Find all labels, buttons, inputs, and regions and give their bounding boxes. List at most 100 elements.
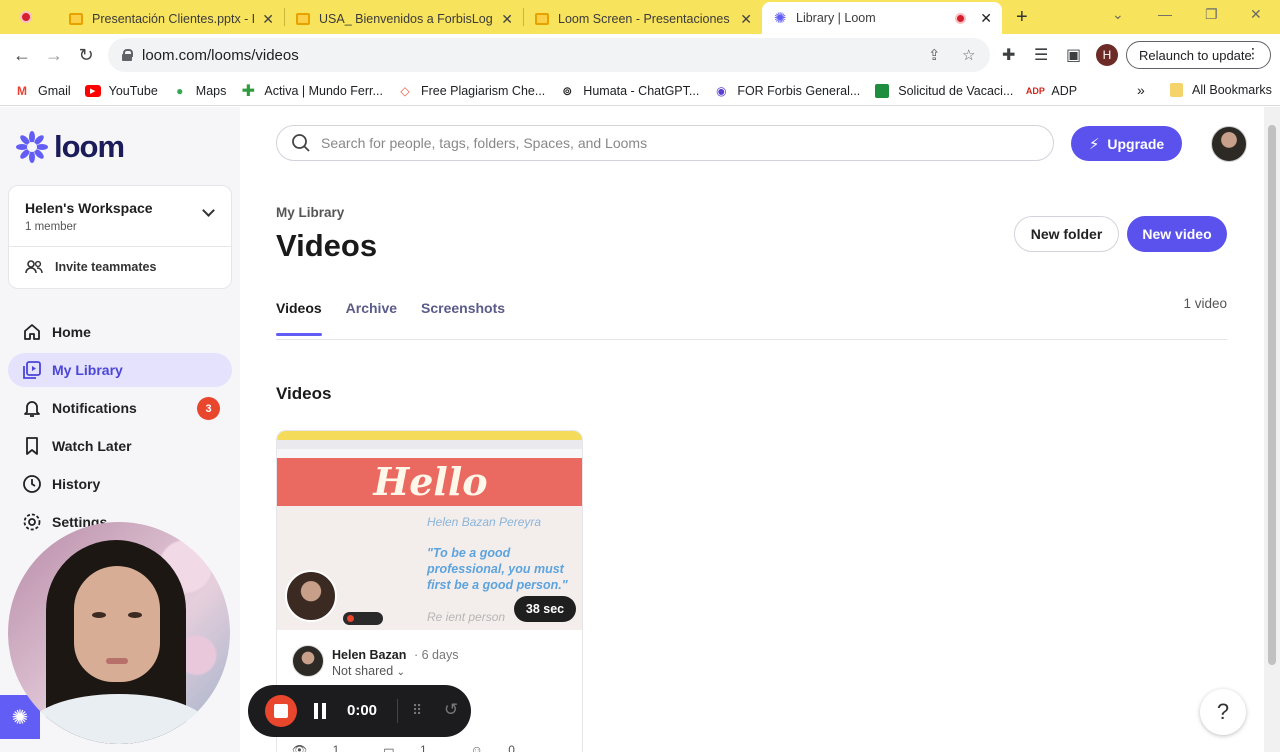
invite-users-icon — [25, 260, 43, 274]
sidebar-item-my-library[interactable]: My Library — [8, 353, 232, 387]
sidebar-item-history[interactable]: History — [8, 467, 232, 501]
comments-count: ▭ 1 — [383, 743, 448, 752]
bookmark-youtube[interactable]: ▶ YouTube — [84, 83, 158, 98]
profile-avatar[interactable]: H — [1096, 44, 1118, 66]
bookmark-label: Activa | Mundo Ferr... — [264, 83, 383, 98]
tab-videos[interactable]: Videos — [276, 300, 322, 336]
chevron-down-icon: ⌄ — [396, 667, 406, 678]
browser-tab-4-active[interactable]: ✺ Library | Loom ✕ — [762, 2, 1002, 34]
workspace-name: Helen's Workspace — [25, 200, 153, 216]
relaunch-button[interactable]: Relaunch to update ⋮ — [1126, 41, 1271, 69]
author-avatar — [292, 645, 324, 677]
close-tab-icon[interactable]: ✕ — [262, 11, 274, 28]
pause-icon[interactable] — [314, 703, 326, 719]
bookmarks-bar: M Gmail ▶ YouTube ● Maps ✚ Activa | Mundo Fe… — [0, 76, 1280, 106]
thumbnail-recorder — [343, 612, 383, 625]
breadcrumb[interactable]: My Library — [276, 205, 344, 220]
chevron-down-icon[interactable] — [202, 204, 215, 217]
video-thumbnail[interactable]: Hello Helen Bazan Pereyra "To be a good … — [277, 431, 582, 630]
divider — [9, 246, 231, 247]
share-icon[interactable]: ⇪ — [928, 46, 941, 64]
new-folder-button[interactable]: New folder — [1014, 216, 1119, 252]
close-tab-icon[interactable]: ✕ — [740, 11, 752, 28]
search-input[interactable] — [321, 135, 1021, 151]
relaunch-label: Relaunch to update — [1139, 47, 1252, 63]
loom-logo[interactable]: loom — [16, 129, 125, 165]
bookmark-gmail[interactable]: M Gmail — [14, 84, 71, 98]
tab-screenshots[interactable]: Screenshots — [421, 300, 505, 336]
help-button[interactable]: ? — [1200, 689, 1246, 735]
thumbnail-heading: Hello — [277, 458, 582, 506]
back-icon[interactable]: ← — [6, 45, 38, 66]
restore-icon[interactable]: ❐ — [1205, 6, 1218, 23]
bookmark-plagiarism[interactable]: ◇ Free Plagiarism Che... — [397, 84, 545, 98]
bookmark-icon — [26, 437, 38, 455]
side-panel-icon[interactable]: ▣ — [1066, 45, 1081, 65]
camera-bubble[interactable] — [8, 522, 230, 744]
divider — [397, 699, 398, 723]
bookmark-star-icon[interactable]: ☆ — [962, 46, 975, 64]
thumbnail-name: Helen Bazan Pereyra — [427, 515, 542, 529]
new-tab-icon[interactable]: + — [1016, 6, 1028, 29]
new-video-button[interactable]: New video — [1127, 216, 1227, 252]
minimize-icon[interactable]: — — [1158, 6, 1172, 22]
invite-label: Invite teammates — [55, 260, 157, 274]
more-bookmarks-icon[interactable]: » — [1137, 82, 1145, 98]
tab-archive[interactable]: Archive — [346, 300, 397, 336]
lightning-icon: ⚡ — [1088, 135, 1100, 153]
drag-handle-icon[interactable]: ⠿ — [412, 702, 422, 719]
thumbnail-camera-bubble — [285, 570, 337, 622]
recording-timer: 0:00 — [347, 702, 378, 719]
bookmark-vacaciones[interactable]: Solicitud de Vacaci... — [874, 83, 1014, 98]
bookmark-adp[interactable]: ADP ADP — [1026, 84, 1077, 98]
close-window-icon[interactable]: ✕ — [1250, 6, 1262, 23]
invite-teammates-button[interactable]: Invite teammates — [25, 260, 156, 274]
youtube-icon: ▶ — [84, 84, 101, 98]
reading-list-icon[interactable]: ☰ — [1034, 45, 1048, 65]
stop-recording-button[interactable] — [265, 695, 297, 727]
workspace-card: Helen's Workspace 1 member Invite teamma… — [8, 185, 232, 289]
bookmark-label: Solicitud de Vacaci... — [898, 83, 1014, 98]
video-count: 1 video — [1183, 296, 1227, 311]
all-bookmarks-button[interactable]: All Bookmarks — [1168, 83, 1272, 97]
sidebar-item-watch-later[interactable]: Watch Later — [8, 429, 232, 463]
recording-indicator-icon — [952, 10, 968, 26]
close-tab-icon[interactable]: ✕ — [501, 11, 513, 28]
thumbnail-quote: "To be a good professional, you must fir… — [427, 546, 568, 592]
extensions-icon[interactable]: ✚ — [1002, 45, 1015, 65]
tab-search-chevron-icon[interactable]: ⌄ — [1112, 6, 1124, 23]
sidebar-item-home[interactable]: Home — [8, 315, 232, 349]
bell-icon — [24, 401, 40, 417]
bookmark-label: Maps — [195, 83, 227, 98]
bookmark-forbis[interactable]: ◉ FOR Forbis General... — [713, 84, 860, 98]
upgrade-button[interactable]: ⚡ Upgrade — [1071, 126, 1182, 161]
restart-icon[interactable]: ↺ — [444, 700, 458, 720]
close-tab-icon[interactable]: ✕ — [980, 10, 992, 27]
bookmark-maps[interactable]: ● Maps — [172, 83, 227, 98]
browser-tab-2[interactable]: USA_ Bienvenidos a ForbisLogist ✕ — [285, 4, 523, 34]
video-stats: 👁 1 ▭ 1 ☺ 0 — [292, 743, 559, 752]
browser-tab-1[interactable]: Presentación Clientes.pptx - Pre ✕ — [58, 4, 284, 34]
more-menu-icon[interactable]: ⋮ — [1246, 46, 1260, 60]
bookmark-humata[interactable]: ⊚ Humata - ChatGPT... — [559, 84, 699, 98]
search-icon — [292, 134, 310, 152]
user-avatar[interactable] — [1211, 126, 1247, 162]
bookmark-label: YouTube — [108, 83, 158, 98]
upgrade-label: Upgrade — [1107, 135, 1165, 152]
scrollbar-thumb[interactable] — [1268, 125, 1276, 665]
gear-icon — [23, 513, 41, 531]
reload-icon[interactable]: ↻ — [70, 45, 102, 66]
video-author[interactable]: Helen Bazan — [332, 648, 406, 662]
browser-tab-3[interactable]: Loom Screen - Presentaciones d ✕ — [524, 4, 762, 34]
address-bar[interactable]: loom.com/looms/videos ⇪ ☆ — [108, 38, 990, 72]
sharing-status-dropdown[interactable]: Not shared ⌄ — [332, 664, 405, 678]
tabs-divider — [276, 339, 1227, 340]
notifications-badge: 3 — [197, 397, 220, 420]
bookmark-activa[interactable]: ✚ Activa | Mundo Ferr... — [240, 83, 383, 100]
slides-icon — [534, 11, 550, 27]
sidebar-item-label: Notifications — [52, 400, 137, 416]
page-scrollbar[interactable] — [1264, 107, 1280, 752]
sidebar-item-notifications[interactable]: Notifications 3 — [8, 391, 232, 425]
folder-icon — [1168, 83, 1184, 97]
forward-icon[interactable]: → — [38, 45, 70, 66]
